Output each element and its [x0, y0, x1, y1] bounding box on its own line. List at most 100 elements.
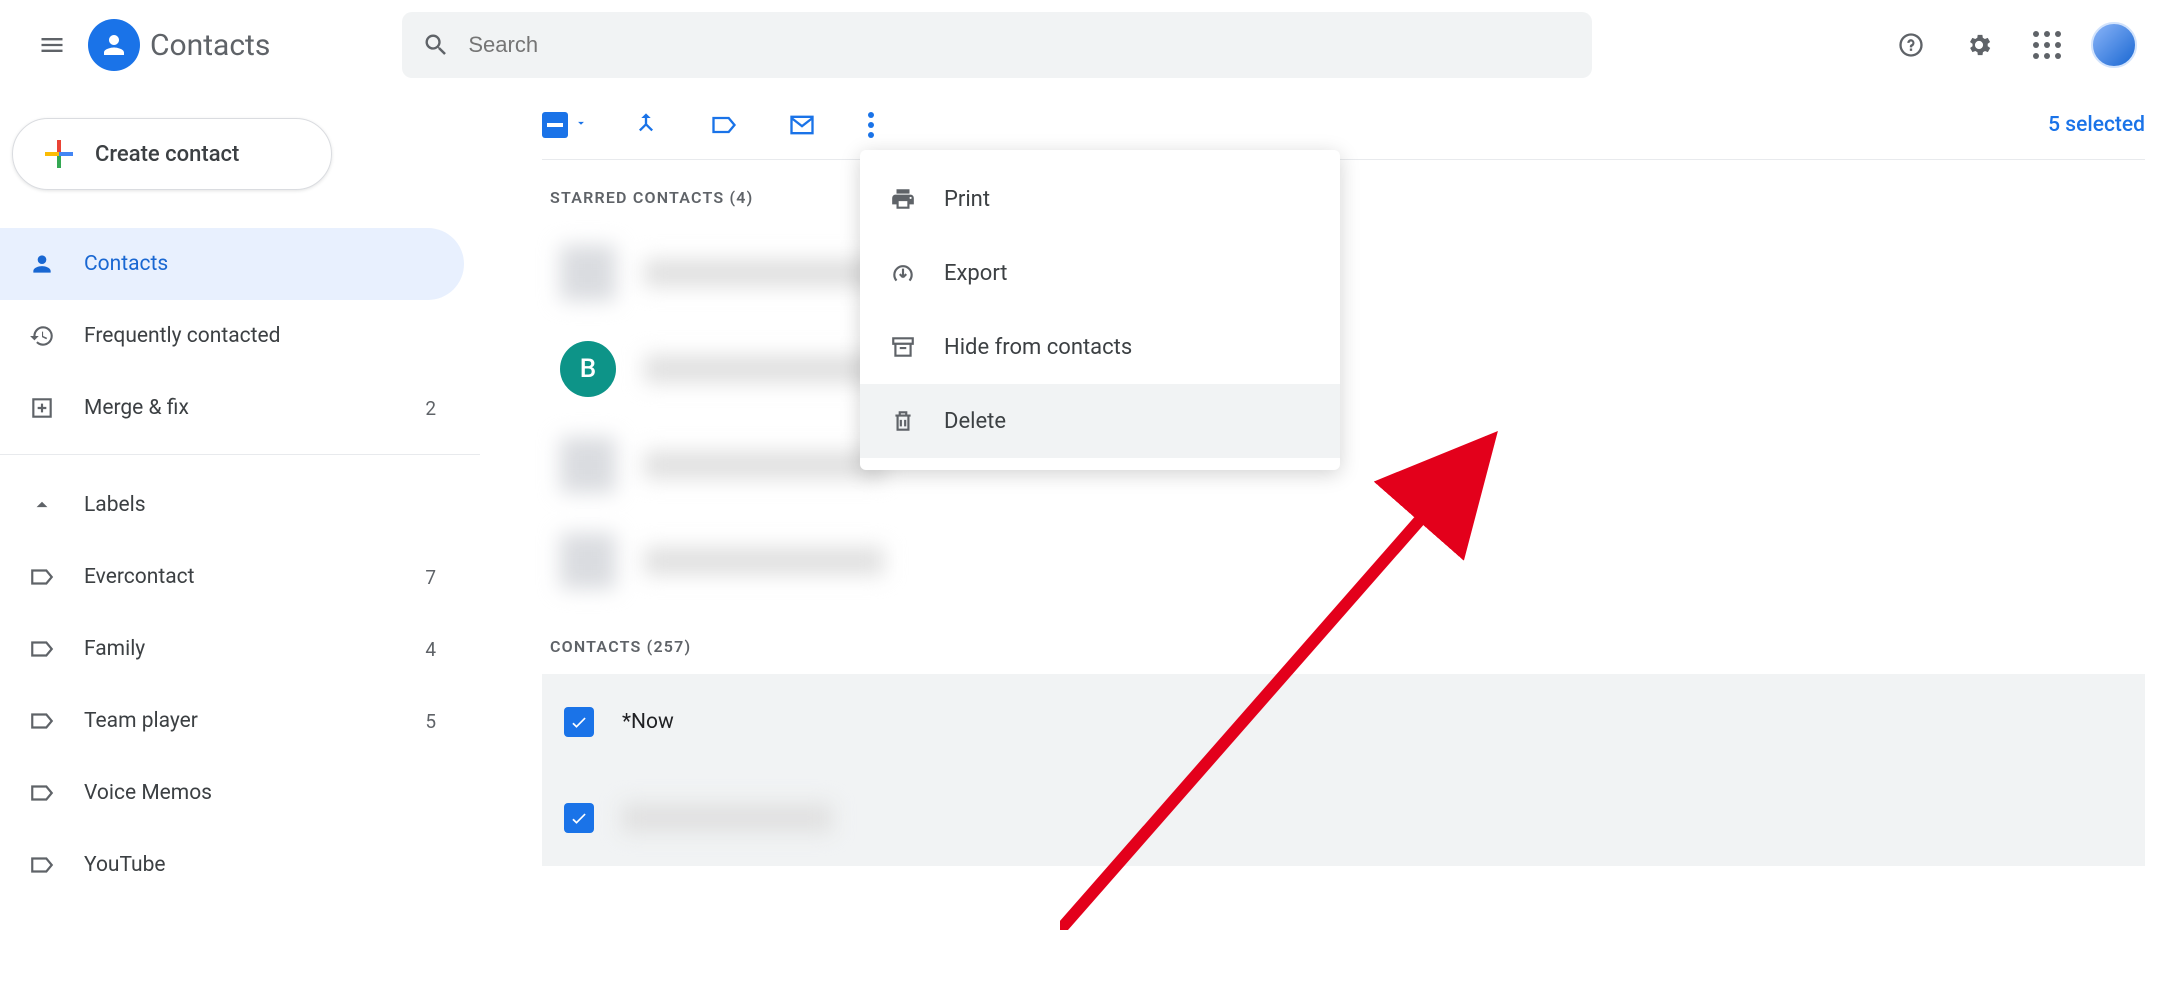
dot-icon [868, 112, 874, 118]
main-content: 5 selected Print Export Hide from contac… [480, 90, 2177, 1000]
check-icon [569, 808, 589, 828]
more-actions-menu: Print Export Hide from contacts Delete [860, 150, 1340, 470]
apps-grid-icon [2033, 31, 2061, 59]
section-contacts: Contacts (257) [542, 609, 2145, 674]
row-checkbox-checked[interactable] [564, 803, 594, 833]
nav-count: 2 [425, 397, 436, 420]
menu-hide[interactable]: Hide from contacts [860, 310, 1340, 384]
search-icon [422, 31, 450, 59]
menu-label: Hide from contacts [944, 335, 1132, 360]
select-indeterminate-icon [542, 112, 568, 138]
labels-title: Labels [84, 493, 146, 517]
label-icon [28, 563, 56, 591]
menu-print[interactable]: Print [860, 162, 1340, 236]
contact-row[interactable]: B [542, 321, 2145, 417]
label-name: YouTube [84, 853, 166, 877]
selected-count: 5 selected [2048, 113, 2145, 137]
email-icon [788, 111, 816, 139]
contact-avatar [560, 533, 616, 589]
label-name: Evercontact [84, 565, 195, 589]
menu-delete[interactable]: Delete [860, 384, 1340, 458]
contact-name-redacted [622, 804, 832, 832]
contact-name: *Now [622, 710, 674, 734]
contact-avatar [560, 437, 616, 493]
label-count: 7 [425, 566, 436, 589]
email-button[interactable] [782, 105, 822, 145]
label-item-evercontact[interactable]: Evercontact 7 [0, 541, 464, 613]
search-input[interactable] [468, 32, 1572, 58]
app-logo[interactable]: Contacts [88, 19, 270, 71]
google-apps-button[interactable] [2023, 21, 2071, 69]
label-item-voice-memos[interactable]: Voice Memos [0, 757, 464, 829]
menu-export[interactable]: Export [860, 236, 1340, 310]
person-icon [28, 250, 56, 278]
contact-name-redacted [644, 355, 884, 383]
archive-icon [890, 334, 916, 360]
contact-name-redacted [644, 259, 884, 287]
label-icon [28, 851, 56, 879]
contact-name-redacted [644, 451, 884, 479]
settings-button[interactable] [1955, 21, 2003, 69]
menu-label: Print [944, 187, 990, 212]
sidebar: Create contact Contacts Frequently conta… [0, 90, 480, 1000]
check-icon [569, 712, 589, 732]
merge-arrow-icon [632, 111, 660, 139]
history-icon [28, 322, 56, 350]
label-icon [28, 635, 56, 663]
nav-label: Merge & fix [84, 396, 189, 420]
contact-row-selected[interactable] [542, 770, 2145, 866]
contact-row[interactable] [542, 225, 2145, 321]
header-actions [1887, 21, 2149, 69]
menu-label: Export [944, 261, 1008, 286]
contact-row[interactable] [542, 513, 2145, 609]
main-menu-button[interactable] [28, 21, 76, 69]
export-icon [890, 260, 916, 286]
label-name: Family [84, 637, 145, 661]
chevron-up-icon [28, 491, 56, 519]
label-item-family[interactable]: Family 4 [0, 613, 464, 685]
label-name: Team player [84, 709, 198, 733]
selection-toggle[interactable] [542, 112, 588, 138]
plus-icon [41, 136, 77, 172]
help-button[interactable] [1887, 21, 1935, 69]
app-header: Contacts [0, 0, 2177, 90]
contact-avatar-letter: B [560, 341, 616, 397]
chevron-down-icon [574, 115, 588, 134]
label-icon [28, 707, 56, 735]
merge-icon [28, 394, 56, 422]
selection-action-bar: 5 selected [542, 90, 2145, 160]
contact-avatar [560, 245, 616, 301]
labels-header[interactable]: Labels [0, 469, 464, 541]
trash-icon [890, 408, 916, 434]
label-item-youtube[interactable]: YouTube [0, 829, 464, 901]
search-bar[interactable] [402, 12, 1592, 78]
app-title: Contacts [150, 28, 270, 63]
hamburger-icon [38, 31, 66, 59]
create-contact-button[interactable]: Create contact [12, 118, 332, 190]
label-count: 5 [425, 710, 436, 733]
help-icon [1897, 31, 1925, 59]
label-item-team-player[interactable]: Team player 5 [0, 685, 464, 757]
contact-name-redacted [644, 547, 884, 575]
nav-label: Frequently contacted [84, 324, 280, 348]
label-outline-icon [710, 111, 738, 139]
contact-row[interactable] [542, 417, 2145, 513]
sidebar-divider [0, 454, 480, 455]
nav-contacts[interactable]: Contacts [0, 228, 464, 300]
label-button[interactable] [704, 105, 744, 145]
nav-merge-fix[interactable]: Merge & fix 2 [0, 372, 464, 444]
nav-label: Contacts [84, 252, 168, 276]
gear-icon [1965, 31, 1993, 59]
create-contact-label: Create contact [95, 142, 239, 167]
label-name: Voice Memos [84, 781, 212, 805]
label-icon [28, 779, 56, 807]
row-checkbox-checked[interactable] [564, 707, 594, 737]
print-icon [890, 186, 916, 212]
more-actions-button[interactable] [860, 104, 882, 146]
merge-button[interactable] [626, 105, 666, 145]
account-avatar[interactable] [2091, 22, 2137, 68]
label-count: 4 [425, 638, 436, 661]
contacts-logo-icon [88, 19, 140, 71]
contact-row-selected[interactable]: *Now [542, 674, 2145, 770]
nav-frequent[interactable]: Frequently contacted [0, 300, 464, 372]
